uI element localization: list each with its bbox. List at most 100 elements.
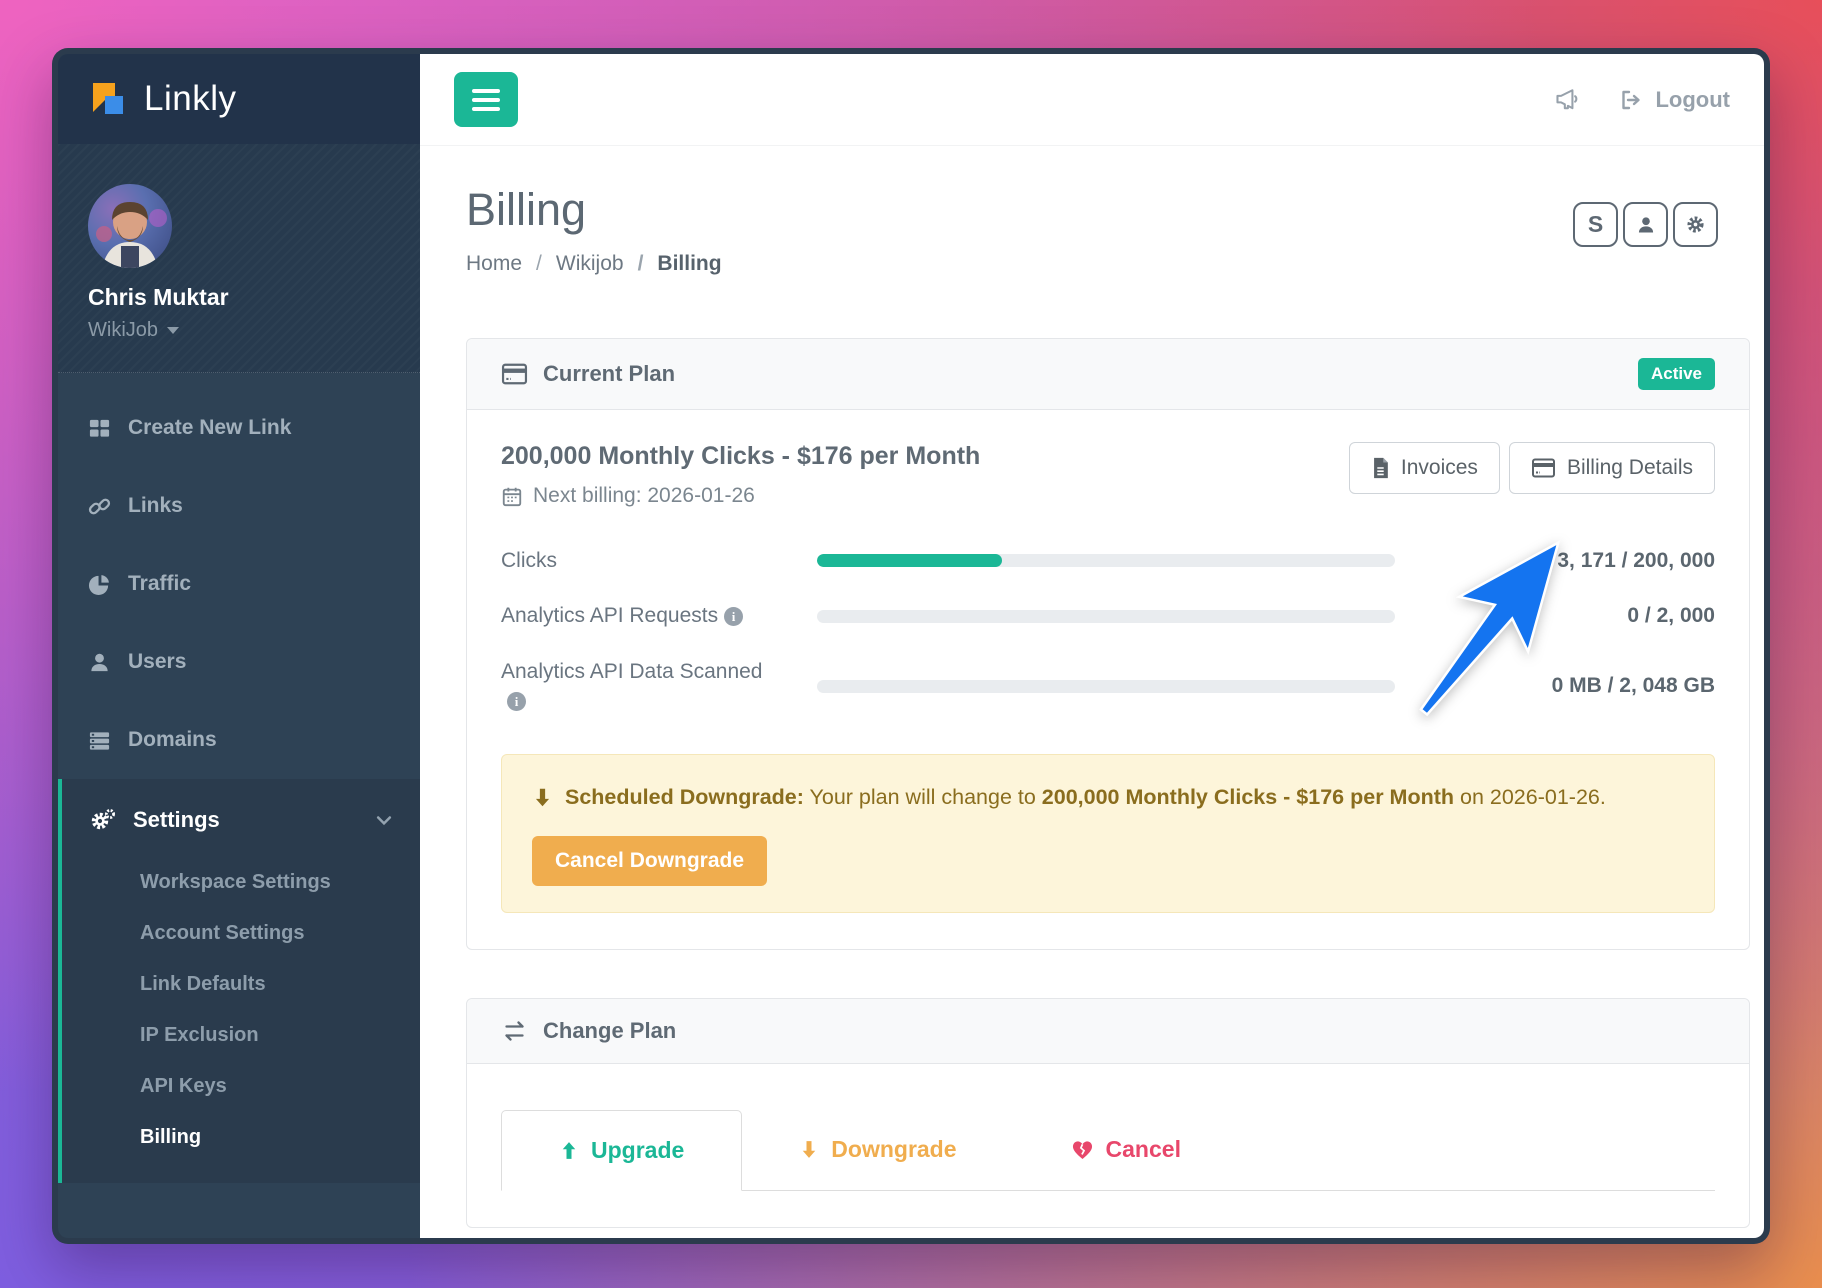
sidebar-item-traffic[interactable]: Traffic [58,545,420,623]
pie-chart-icon [88,573,111,596]
tab-downgrade[interactable]: Downgrade [742,1110,1013,1190]
sidebar: Linkly [58,54,420,1238]
api-requests-progress-bar [817,610,1395,623]
sidebar-subitem-api-keys[interactable]: API Keys [62,1061,420,1112]
usage-value: 0 MB / 2, 048 GB [1415,674,1715,698]
sidebar-item-links[interactable]: Links [58,467,420,545]
desktop-background: { "colors": { "accent_green": "#1bb796",… [0,0,1822,1288]
sidebar-toggle-button[interactable] [454,72,518,127]
arrow-up-icon [559,1140,579,1161]
caret-down-icon [167,327,179,334]
tab-label: Cancel [1106,1136,1181,1163]
tab-label: Downgrade [831,1136,956,1163]
content: Current Plan Active 200,000 Monthly Clic… [420,302,1764,1228]
clicks-progress-bar [817,554,1395,567]
usage-value: 0 / 2, 000 [1415,604,1715,628]
sidebar-item-label: Settings [133,807,220,833]
account-button[interactable] [1623,202,1668,247]
change-plan-title: Change Plan [543,1018,676,1044]
main-area: Logout Billing Home Wikijob Billing S [420,54,1764,1238]
logout-button[interactable]: Logout [1619,87,1730,113]
current-plan-header: Current Plan Active [467,339,1749,410]
breadcrumb-workspace[interactable]: Wikijob [522,252,624,276]
sidebar-subitem-billing[interactable]: Billing [62,1112,420,1163]
api-data-progress-bar [817,680,1395,693]
alert-title: Scheduled Downgrade: [565,785,804,809]
alert-plan-name: 200,000 Monthly Clicks - $176 per Month [1042,785,1454,809]
brand-logo[interactable]: Linkly [58,54,420,144]
credit-card-icon [501,362,528,386]
page-header: Billing Home Wikijob Billing S [420,146,1764,302]
change-plan-card: Change Plan Upgrade [466,998,1750,1228]
plan-name: 200,000 Monthly Clicks - $176 per Month [501,442,980,471]
user-icon [1636,215,1656,235]
billing-details-label: Billing Details [1567,456,1693,480]
server-icon [88,729,111,752]
sidebar-item-users[interactable]: Users [58,623,420,701]
change-plan-header: Change Plan [467,999,1749,1064]
user-icon [88,651,111,674]
linkly-logo-icon [88,79,128,119]
settings-section: Settings Workspace Settings Account Sett… [58,779,420,1183]
change-plan-tabs: Upgrade Downgrade [501,1110,1715,1191]
sidebar-item-label: Links [128,494,183,518]
workspace-name: WikiJob [88,319,158,342]
app-window: Linkly [52,48,1770,1244]
grid-icon [88,417,111,440]
settings-button[interactable] [1673,202,1718,247]
user-name: Chris Muktar [88,284,390,311]
brand-name: Linkly [144,79,236,119]
broken-heart-icon [1071,1139,1094,1160]
link-icon [88,495,111,518]
gears-icon [90,808,116,832]
arrow-down-icon [799,1139,819,1160]
sign-out-icon [1619,88,1643,112]
usage-row-api-requests: Analytics API Requests 0 / 2, 000 [501,601,1715,630]
sidebar-subitem-link-defaults[interactable]: Link Defaults [62,959,420,1010]
usage-row-api-data-scanned: Analytics API Data Scanned 0 MB / 2, 048… [501,657,1715,716]
usage-value: 3, 171 / 200, 000 [1415,549,1715,573]
topbar: Logout [420,54,1764,146]
usage-label: Clicks [501,549,557,572]
sidebar-item-label: Create New Link [128,416,291,440]
sidebar-item-create-new-link[interactable]: Create New Link [58,389,420,467]
sidebar-item-settings[interactable]: Settings [62,779,420,857]
gear-icon [1685,214,1706,235]
invoice-file-icon [1371,457,1390,479]
calendar-icon [501,485,523,508]
stripe-button[interactable]: S [1573,202,1618,247]
avatar[interactable] [88,184,172,268]
breadcrumb: Home Wikijob Billing [466,252,722,276]
info-icon[interactable] [724,607,743,626]
usage-label: Analytics API Data Scanned [501,660,763,683]
breadcrumb-home[interactable]: Home [466,252,522,276]
megaphone-icon[interactable] [1553,87,1581,113]
sidebar-item-label: Traffic [128,572,191,596]
usage-list: Clicks 3, 171 / 200, 000 Analytics API R… [501,546,1715,716]
tab-cancel[interactable]: Cancel [1014,1110,1238,1190]
current-plan-title: Current Plan [543,361,675,387]
header-quick-buttons: S [1573,202,1718,247]
alert-text-before: Your plan will change to [804,785,1042,809]
arrow-down-icon [532,787,553,808]
sidebar-item-label: Users [128,650,186,674]
current-plan-card: Current Plan Active 200,000 Monthly Clic… [466,338,1750,950]
next-billing: Next billing: 2026-01-26 [501,484,980,508]
scheduled-downgrade-alert: Scheduled Downgrade: Your plan will chan… [501,754,1715,913]
sidebar-subitem-account-settings[interactable]: Account Settings [62,908,420,959]
info-icon[interactable] [507,692,526,711]
sidebar-item-domains[interactable]: Domains [58,701,420,779]
billing-details-button[interactable]: Billing Details [1509,442,1715,494]
cancel-downgrade-button[interactable]: Cancel Downgrade [532,836,767,886]
sidebar-subitem-workspace-settings[interactable]: Workspace Settings [62,857,420,908]
next-billing-label: Next billing: 2026-01-26 [533,484,755,508]
credit-card-icon [1531,457,1556,479]
workspace-switcher[interactable]: WikiJob [88,319,390,342]
sidebar-subitem-ip-exclusion[interactable]: IP Exclusion [62,1010,420,1061]
user-block: Chris Muktar WikiJob [58,144,420,373]
tab-label: Upgrade [591,1137,684,1164]
invoices-label: Invoices [1401,456,1478,480]
tab-upgrade[interactable]: Upgrade [501,1110,742,1191]
invoices-button[interactable]: Invoices [1349,442,1500,494]
sidebar-item-label: Domains [128,728,217,752]
